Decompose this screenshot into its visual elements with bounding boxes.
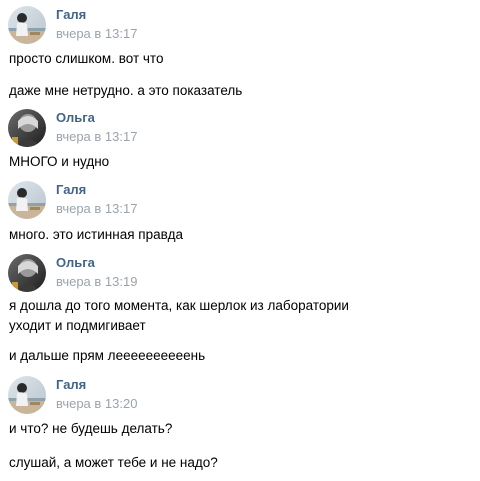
galya-avatar-icon[interactable] (8, 6, 46, 44)
message-text: слушай, а может тебе и не надо? (9, 455, 218, 470)
olga-avatar-icon[interactable] (8, 254, 46, 292)
message-author[interactable]: Галя (56, 377, 86, 393)
olga-avatar-icon[interactable] (8, 109, 46, 147)
message-text: и что? не будешь делать? (9, 421, 173, 436)
message-text: и дальше прям леееееееееень (9, 348, 206, 363)
galya-avatar-icon[interactable] (8, 181, 46, 219)
message-text: я дошла до того момента, как шерлок из л… (9, 298, 349, 333)
message-text: просто слишком. вот что (9, 51, 164, 66)
message-author[interactable]: Ольга (56, 255, 95, 271)
message-timestamp[interactable]: вчера в 13:17 (56, 129, 137, 145)
message-timestamp[interactable]: вчера в 13:20 (56, 396, 137, 412)
chat-history: Галя вчера в 13:17 просто слишком. вот ч… (0, 0, 480, 481)
message-timestamp[interactable]: вчера в 13:19 (56, 274, 137, 290)
message-text: даже мне нетрудно. а это показатель (9, 83, 243, 98)
galya-avatar-icon[interactable] (8, 376, 46, 414)
message-author[interactable]: Ольга (56, 110, 95, 126)
message-text: МНОГО и нудно (9, 154, 110, 169)
message-author[interactable]: Галя (56, 182, 86, 198)
message-timestamp[interactable]: вчера в 13:17 (56, 201, 137, 217)
message-author[interactable]: Галя (56, 7, 86, 23)
message-text: много. это истинная правда (9, 227, 183, 242)
message-timestamp[interactable]: вчера в 13:17 (56, 26, 137, 42)
